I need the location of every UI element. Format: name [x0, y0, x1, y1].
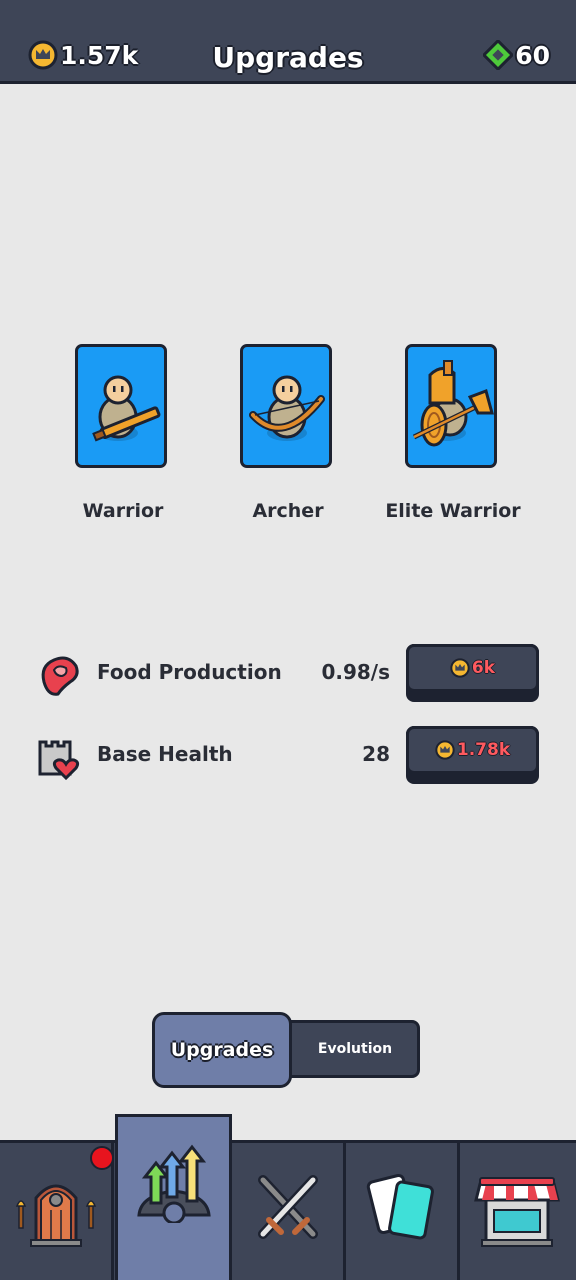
tab-evolution[interactable]: Evolution [272, 1020, 420, 1078]
crossed-swords-icon [257, 1175, 318, 1239]
elite-warrior-icon [412, 360, 494, 447]
archer-card[interactable] [240, 344, 332, 468]
crown-coin-icon [450, 658, 470, 678]
nav-shop[interactable] [460, 1140, 574, 1280]
cards-icon [366, 1173, 434, 1240]
stat-name-food-production: Food Production [97, 660, 282, 684]
nav-battle[interactable] [232, 1140, 346, 1280]
food-production-row: Food Production 0.98/s 6k [0, 644, 576, 704]
stat-value-food-production: 0.98/s [321, 660, 390, 684]
elite-warrior-card[interactable] [405, 344, 497, 468]
gem-amount: 60 [515, 40, 550, 70]
warrior-card[interactable] [75, 344, 167, 468]
castle-heart-icon [38, 740, 80, 780]
crown-coin-icon [435, 740, 455, 760]
notification-badge [90, 1146, 114, 1170]
price-food-production: 6k [471, 658, 496, 678]
upgrade-health-button[interactable]: 1.78k [406, 726, 539, 784]
price-base-health: 1.78k [456, 740, 511, 760]
green-gem-icon [483, 40, 514, 70]
warrior-icon [92, 375, 161, 442]
upgrade-food-button[interactable]: 6k [406, 644, 539, 702]
upgrade-evolution-switch: Evolution Upgrades [152, 1012, 422, 1088]
archer-icon [249, 375, 325, 441]
top-bar: 1.57k Upgrades 60 [0, 0, 576, 84]
gem-counter: 60 [483, 40, 550, 70]
unit-name-warrior: Warrior [82, 500, 164, 522]
stat-name-base-health: Base Health [97, 742, 233, 766]
tab-upgrades[interactable]: Upgrades [152, 1012, 292, 1088]
stat-value-base-health: 28 [362, 742, 390, 766]
nav-upgrades[interactable] [115, 1114, 232, 1280]
unit-name-elite-warrior: Elite Warrior [385, 500, 521, 522]
shop-icon [474, 1177, 560, 1247]
unit-name-archer: Archer [252, 500, 324, 522]
base-health-row: Base Health 28 1.78k [0, 726, 576, 786]
nav-cards[interactable] [346, 1140, 460, 1280]
upgrade-arrows-icon [136, 1144, 211, 1223]
meat-icon [41, 656, 79, 696]
door-icon [15, 1184, 96, 1247]
